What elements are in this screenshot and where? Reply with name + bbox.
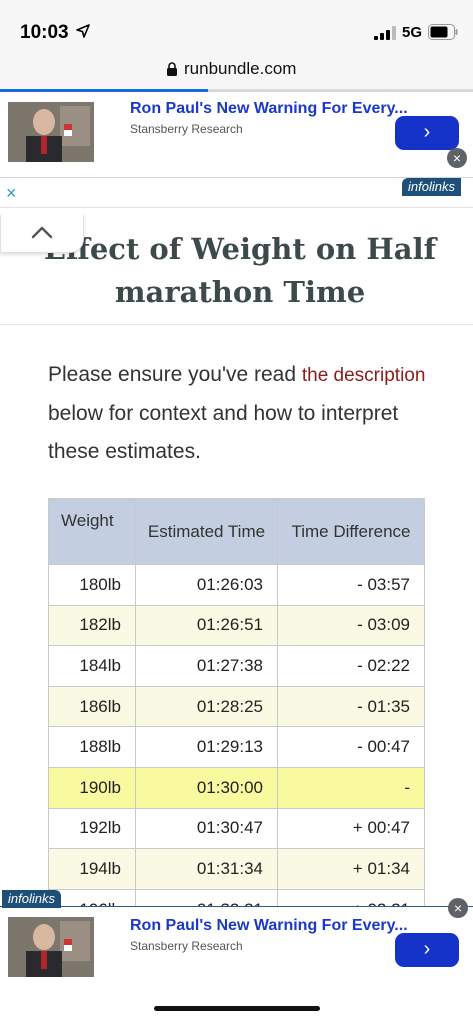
ad-banner-bottom[interactable]: Ron Paul's New Warning For Every... Stan… [0, 906, 473, 992]
intro-text-start: Please ensure you've read [48, 363, 302, 386]
cell-weight: 184lb [48, 645, 136, 687]
ad-close-button[interactable]: × [448, 898, 468, 918]
column-header-weight: Weight [48, 498, 136, 565]
page-title: Effect of Weight on Half marathon Time [43, 232, 437, 309]
ad-close-button[interactable]: × [447, 148, 467, 168]
intro-text-end: below for context and how to interpret t… [48, 402, 399, 463]
ad-thumbnail-image [8, 917, 94, 977]
location-arrow-icon [76, 24, 90, 38]
ad-strip-close-icon[interactable]: × [6, 183, 17, 204]
ad-title[interactable]: Ron Paul's New Warning For Every... [130, 917, 415, 935]
status-time: 10:03 [20, 22, 69, 43]
table-row: 188lb 01:29:13- 00:47 [48, 726, 425, 768]
ad-arrow-button[interactable]: › [395, 116, 459, 150]
cell-estimated-time: 01:29:13 [135, 726, 278, 768]
cell-weight: 182lb [48, 604, 136, 647]
table-row: 190lb 01:30:00- [48, 766, 425, 809]
cell-estimated-time: 01:28:25 [135, 685, 278, 728]
ad-thumbnail-image [8, 102, 94, 162]
column-header-estimated-time: Estimated Time [135, 498, 278, 565]
cell-estimated-time: 01:31:34 [135, 848, 278, 890]
cell-time-difference: - 03:57 [277, 564, 425, 606]
cell-time-difference: - 00:47 [277, 726, 425, 768]
table-row: 182lb 01:26:51- 03:09 [48, 604, 425, 647]
cell-weight: 186lb [48, 685, 136, 728]
ad-collapse-tab[interactable] [0, 215, 84, 253]
cell-time-difference: - 01:35 [277, 685, 425, 728]
ad-sponsor: Stansberry Research [130, 939, 243, 953]
ad-thumbnail[interactable] [8, 102, 94, 162]
cell-weight: 188lb [48, 726, 136, 768]
column-header-time-difference: Time Difference [277, 498, 425, 565]
cell-time-difference: + 00:47 [277, 807, 425, 850]
cell-estimated-time: 01:30:00 [135, 766, 278, 809]
lock-icon [167, 62, 177, 76]
table-header-row: Weight Estimated Time Time Difference [48, 498, 425, 565]
chevron-up-icon [31, 226, 53, 239]
weight-time-table: Weight Estimated Time Time Difference 18… [48, 498, 425, 931]
cellular-signal-icon [374, 26, 396, 40]
table-row: 192lb 01:30:47 + 00:47 [48, 807, 425, 850]
cell-weight: 180lb [48, 564, 136, 606]
table-row: 184lb 01:27:38- 02:22 [48, 645, 425, 687]
status-bar: 10:03 5G [0, 0, 473, 58]
cell-time-difference: - [277, 766, 425, 809]
infolinks-label[interactable]: infolinks [2, 890, 61, 908]
ad-sponsor: Stansberry Research [130, 122, 243, 136]
cell-estimated-time: 01:26:51 [135, 604, 278, 647]
battery-icon [428, 24, 458, 40]
cell-weight: 190lb [48, 766, 136, 809]
cell-time-difference: + 01:34 [277, 848, 425, 890]
description-link[interactable]: the description [302, 365, 426, 386]
ad-thumbnail[interactable] [8, 917, 94, 977]
network-type: 5G [402, 24, 423, 41]
cell-estimated-time: 01:30:47 [135, 807, 278, 850]
url-text[interactable]: runbundle.com [184, 59, 296, 79]
cell-estimated-time: 01:27:38 [135, 645, 278, 687]
ad-arrow-button[interactable]: › [395, 933, 459, 967]
infolinks-label[interactable]: infolinks [402, 178, 461, 196]
title-divider [0, 324, 473, 325]
ad-title[interactable]: Ron Paul's New Warning For Every... [130, 100, 415, 118]
ad-banner-top[interactable]: Ron Paul's New Warning For Every... Stan… [0, 92, 473, 178]
cell-weight: 192lb [48, 807, 136, 850]
intro-text: Please ensure you've read the descriptio… [48, 356, 438, 471]
table-row: 194lb 01:31:34 + 01:34 [48, 848, 425, 890]
cell-weight: 194lb [48, 848, 136, 890]
table-row: 180lb 01:26:03- 03:57 [48, 564, 425, 606]
cell-time-difference: - 02:22 [277, 645, 425, 687]
table-row: 186lb 01:28:25- 01:35 [48, 685, 425, 728]
cell-estimated-time: 01:26:03 [135, 564, 278, 606]
home-indicator[interactable] [154, 1006, 320, 1011]
cell-time-difference: - 03:09 [277, 604, 425, 647]
